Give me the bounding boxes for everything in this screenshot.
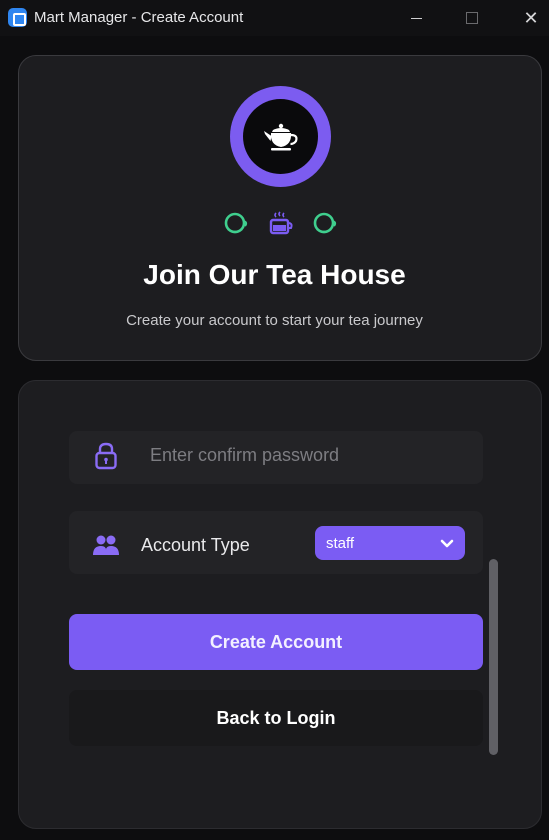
back-to-login-button[interactable]: Back to Login — [69, 690, 483, 746]
maximize-button[interactable] — [449, 0, 495, 36]
teapot-glyph — [263, 123, 298, 150]
lock-icon — [95, 442, 117, 470]
hot-tea-icon — [269, 211, 293, 235]
window-title: Mart Manager - Create Account — [34, 9, 244, 26]
logo-inner — [243, 99, 318, 174]
app-icon — [8, 8, 27, 27]
scrollbar-thumb[interactable] — [489, 559, 498, 755]
close-button[interactable]: ✕ — [508, 0, 549, 36]
create-account-button[interactable]: Create Account — [69, 614, 483, 670]
confirm-password-input[interactable] — [140, 440, 470, 470]
chevron-down-icon[interactable] — [440, 536, 454, 550]
page-title: Join Our Tea House — [143, 259, 406, 290]
tea-cup-icon — [224, 212, 248, 234]
users-icon — [93, 535, 119, 555]
teapot-icon — [230, 86, 331, 187]
account-type-label: Account Type — [141, 535, 250, 555]
title-bar: Mart Manager - Create Account ✕ — [0, 0, 549, 36]
account-type-value: staff — [326, 534, 355, 552]
header-accent-icons — [222, 210, 339, 240]
minimize-button[interactable] — [393, 0, 439, 36]
tea-cup-icon — [313, 212, 337, 234]
page-subtitle: Create your account to start your tea jo… — [126, 312, 423, 329]
